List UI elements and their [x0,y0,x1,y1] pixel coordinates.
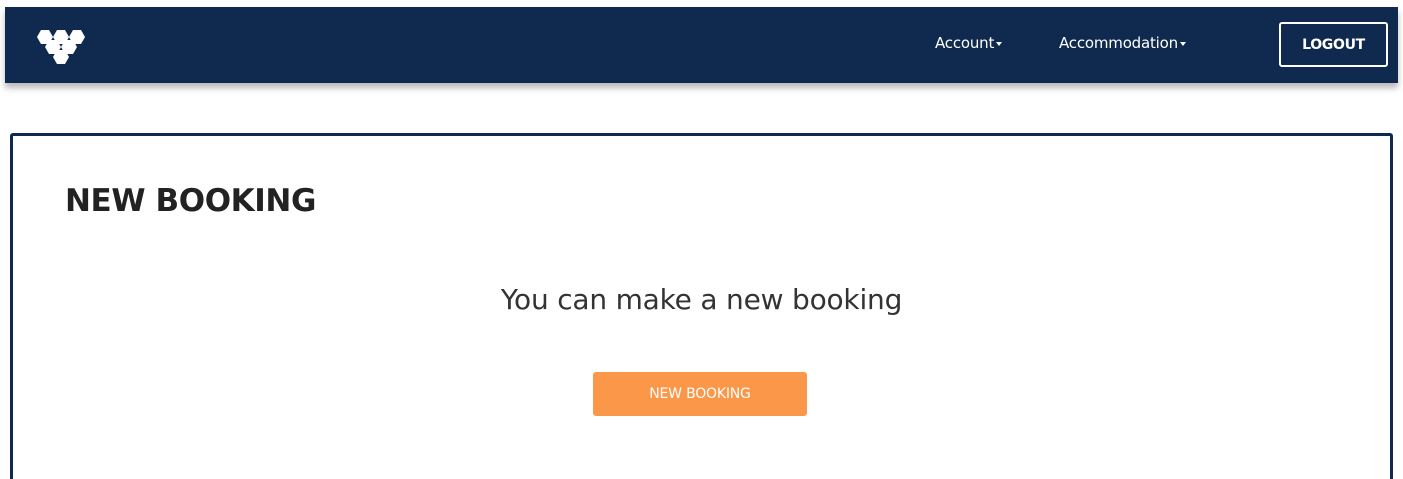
page-title: NEW BOOKING [65,183,316,219]
caret-down-icon [996,41,1003,46]
top-navbar: Account Accommodation LOGOUT [5,7,1398,83]
nav-accommodation-dropdown[interactable]: Accommodation [1059,34,1186,52]
logout-button[interactable]: LOGOUT [1279,22,1388,67]
nav-account-dropdown[interactable]: Account [935,34,1003,52]
new-booking-card: NEW BOOKING You can make a new booking N… [10,133,1393,479]
caret-down-icon [1179,41,1186,46]
page: Account Accommodation LOGOUT NEW BOOKING… [0,0,1403,479]
nav-account-label: Account [935,34,995,52]
nav-accommodation-label: Accommodation [1059,34,1178,52]
new-booking-button[interactable]: NEW BOOKING [593,372,807,416]
booking-message: You can make a new booking [500,283,903,316]
hexagon-cluster-logo-icon[interactable] [27,23,91,67]
